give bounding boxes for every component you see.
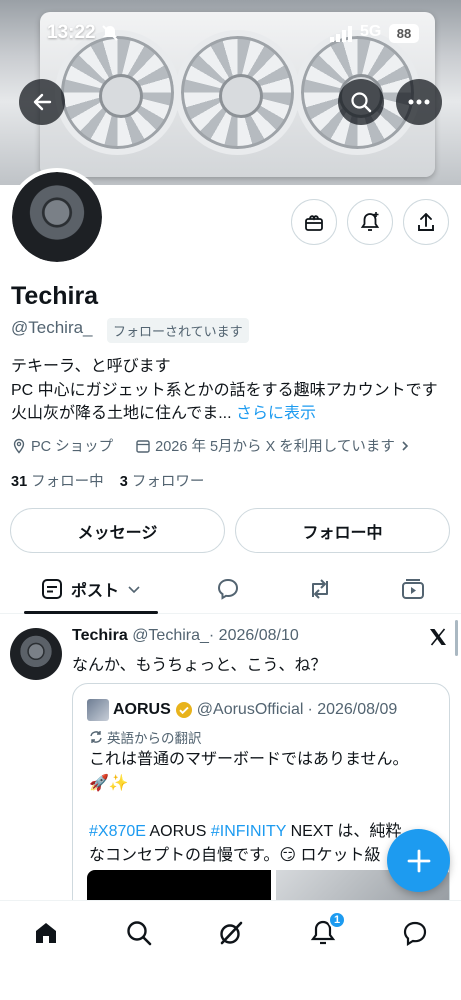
- quoted-author-name: AORUS: [113, 701, 171, 718]
- battery-icon: 88: [389, 24, 419, 43]
- back-arrow-icon: [33, 93, 52, 111]
- profile-category: PC ショップ: [31, 439, 114, 455]
- followers-count: 3: [119, 474, 128, 490]
- search-button[interactable]: [338, 79, 384, 125]
- nav-notifications[interactable]: 1: [303, 911, 346, 951]
- scrollbar[interactable]: [455, 620, 458, 656]
- nav-home[interactable]: [26, 915, 66, 951]
- tweet-author-avatar[interactable]: [10, 628, 62, 680]
- chevron-down-icon: [128, 586, 140, 594]
- following-count: 31: [11, 474, 28, 490]
- hashtag-link[interactable]: #X870E: [89, 823, 146, 840]
- nav-search[interactable]: [119, 915, 159, 951]
- hashtag-link[interactable]: #INFINITY: [211, 823, 286, 840]
- reply-bubble-icon: [217, 578, 239, 600]
- translation-notice: 英語からの翻訳: [89, 727, 202, 747]
- followers-link[interactable]: 3 フォロワー: [120, 474, 205, 490]
- verified-badge-icon: [175, 702, 192, 718]
- quoted-text-line: これは普通のマザーボードではありません。: [89, 751, 409, 768]
- nav-messages[interactable]: [395, 915, 435, 951]
- bio-line: 火山灰が降る土地に住んでま...: [11, 405, 232, 422]
- quoted-tweet-header: AORUS @AorusOfficial · 2026/08/09: [87, 699, 397, 721]
- status-time: 13:22: [47, 22, 96, 43]
- bio-line: PC 中心にガジェット系とかの話をする趣味アカウントです: [11, 381, 438, 399]
- following-button[interactable]: フォロー中: [235, 508, 450, 553]
- gift-button[interactable]: [291, 199, 337, 245]
- chevron-right-icon[interactable]: [399, 440, 411, 452]
- search-icon: [351, 92, 372, 113]
- quoted-author-avatar: [87, 699, 109, 721]
- translate-icon: [90, 731, 102, 743]
- nav-grok[interactable]: [211, 915, 251, 951]
- quoted-text-fragment: NEXT は、純粋: [286, 823, 402, 840]
- network-label: 5G: [360, 23, 382, 40]
- tab-posts[interactable]: ポスト: [24, 566, 158, 612]
- x-logo-icon: [430, 628, 446, 646]
- quoted-text-line: 🚀✨: [89, 775, 129, 792]
- share-button[interactable]: [403, 199, 449, 245]
- back-button[interactable]: [19, 79, 65, 125]
- tab-replies[interactable]: [205, 566, 251, 612]
- location-pin-icon: [13, 438, 25, 454]
- quoted-text-fragment: AORUS: [145, 823, 211, 840]
- more-options-button[interactable]: [396, 79, 442, 125]
- following-link[interactable]: 31 フォロー中: [11, 474, 104, 490]
- tweet-author-handle[interactable]: @Techira_: [132, 627, 209, 644]
- home-icon: [36, 923, 56, 943]
- profile-tabs: ポスト: [0, 566, 461, 614]
- active-tab-indicator: [24, 611, 158, 614]
- joined-date: 2026 年 5月から X を利用しています: [155, 439, 395, 455]
- grok-icon: [220, 921, 243, 945]
- more-dots-icon: [408, 99, 430, 105]
- profile-meta: PC ショップ 2026 年 5月から X を利用しています: [11, 435, 411, 456]
- calendar-icon: [136, 439, 150, 453]
- profile-handle: @Techira_: [11, 318, 93, 337]
- follow-stats: 31 フォロー中 3 フォロワー: [11, 470, 204, 491]
- quoted-author-handle: @AorusOfficial: [196, 701, 304, 718]
- tweet-date: · 2026/08/10: [208, 627, 299, 644]
- mute-icon: [102, 25, 118, 41]
- message-button[interactable]: メッセージ: [10, 508, 225, 553]
- bottom-navigation: 1: [0, 900, 461, 1000]
- following-label: フォロー中: [31, 474, 104, 490]
- show-more-link[interactable]: さらに表示: [236, 405, 316, 422]
- followers-label: フォロワー: [131, 474, 205, 490]
- profile-bio: テキーラ、と呼びます PC 中心にガジェット系とかの話をする趣味アカウントです …: [11, 355, 456, 426]
- share-icon: [418, 213, 434, 231]
- repost-icon: [312, 579, 328, 599]
- signal-icon: [330, 26, 352, 42]
- search-icon: [127, 921, 152, 946]
- media-play-icon: [402, 579, 424, 599]
- status-bar: 13:22 5G 88: [0, 0, 461, 68]
- tab-media[interactable]: [390, 566, 436, 612]
- posts-icon: [41, 579, 62, 599]
- bio-line: テキーラ、と呼びます: [11, 358, 171, 375]
- quoted-date: · 2026/08/09: [307, 701, 398, 718]
- tab-posts-label: ポスト: [70, 583, 119, 600]
- compose-button[interactable]: [387, 829, 450, 892]
- gift-icon: [305, 215, 323, 231]
- tweet-text: なんか、もうちょっと、こう、ね？: [72, 657, 327, 674]
- tab-reposts[interactable]: [297, 566, 343, 612]
- tweet-author-name[interactable]: Techira: [72, 627, 128, 644]
- translation-label: 英語からの翻訳: [107, 731, 202, 746]
- quoted-tweet[interactable]: AORUS @AorusOfficial · 2026/08/09 英語からの翻訳…: [72, 683, 450, 923]
- message-icon: [403, 921, 427, 946]
- notify-button[interactable]: [347, 199, 393, 245]
- profile-name: Techira: [11, 282, 99, 310]
- plus-icon: [407, 849, 430, 872]
- notification-count-badge: 1: [328, 911, 346, 929]
- follows-you-badge: フォローされています: [107, 318, 249, 343]
- bell-plus-icon: [360, 212, 380, 231]
- tweet-header: Techira @Techira_· 2026/08/10: [72, 627, 299, 645]
- profile-avatar[interactable]: [8, 168, 106, 266]
- quoted-tweet-text: これは普通のマザーボードではありません。 🚀✨ #X870E AORUS #IN…: [89, 748, 439, 868]
